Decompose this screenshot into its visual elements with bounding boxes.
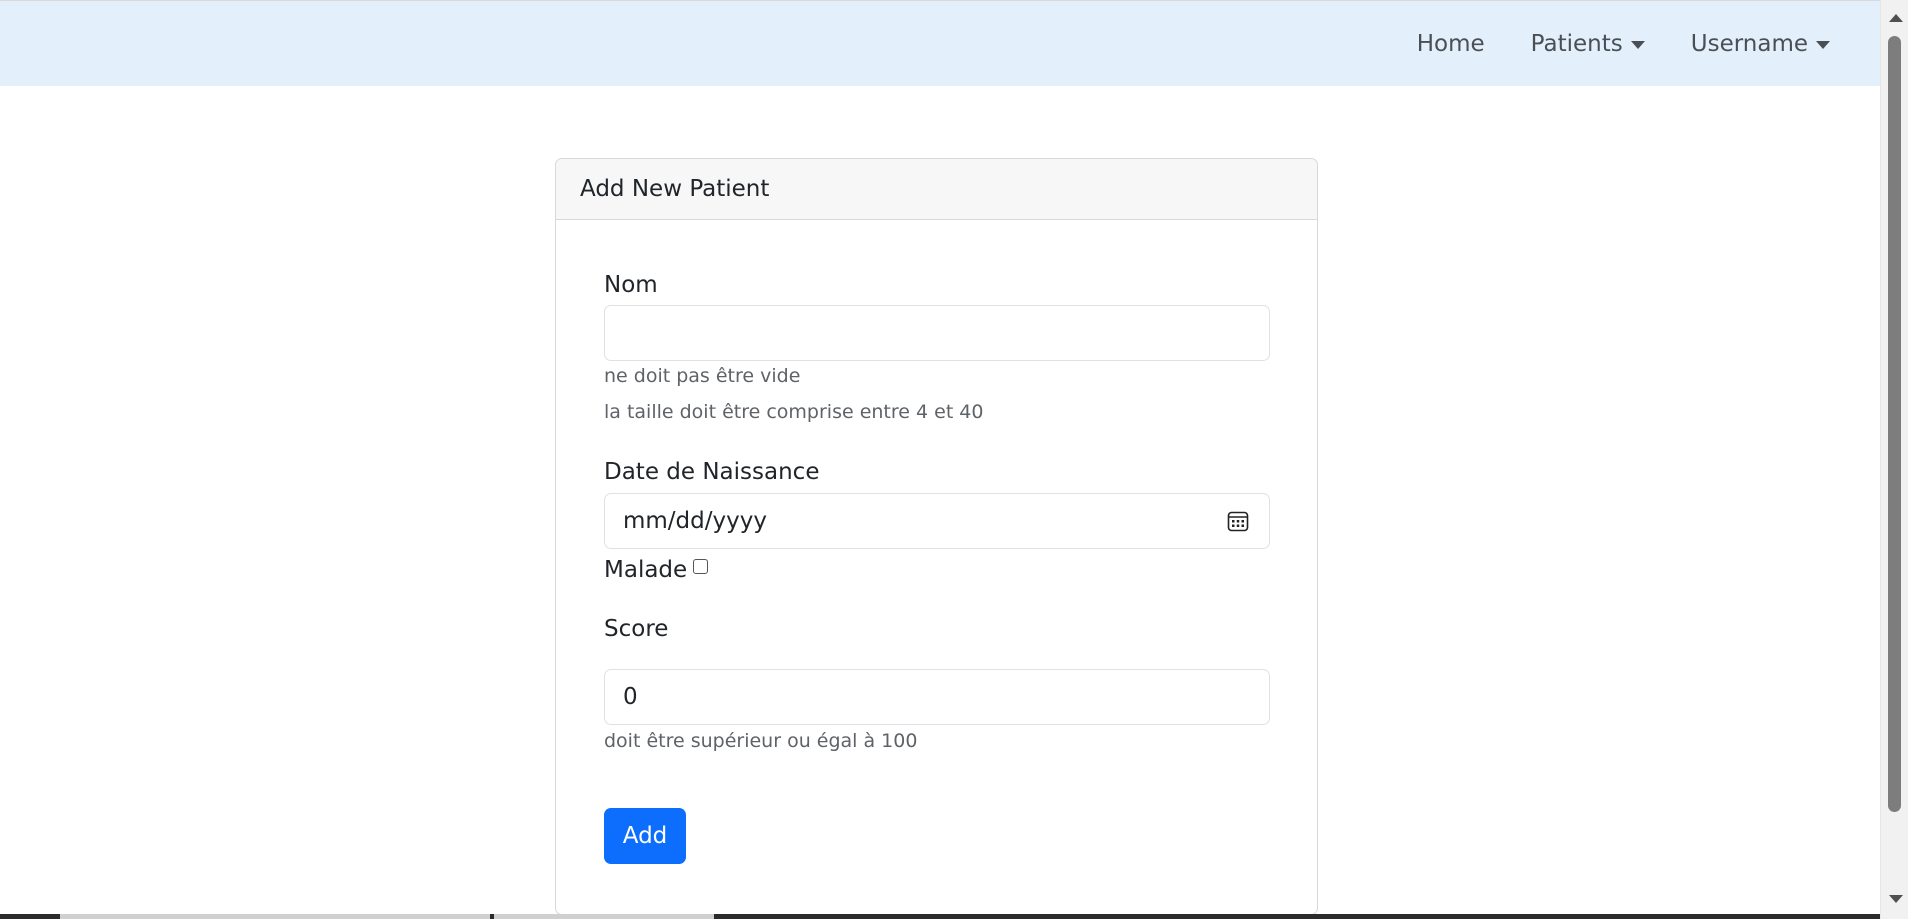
- caret-down-icon: [1630, 41, 1645, 49]
- date-naissance-label: Date de Naissance: [604, 459, 820, 485]
- score-input[interactable]: 0: [604, 669, 1270, 725]
- calendar-icon[interactable]: [1227, 510, 1249, 532]
- nom-error-empty: ne doit pas être vide: [604, 365, 801, 387]
- card-title: Add New Patient: [580, 176, 770, 202]
- date-naissance-input[interactable]: mm/dd/yyyy: [604, 493, 1270, 549]
- malade-checkbox[interactable]: [693, 559, 709, 574]
- score-error: doit être supérieur ou égal à 100: [604, 730, 918, 752]
- scroll-down-arrow-icon[interactable]: [1889, 895, 1903, 903]
- nav-link-home-label: Home: [1416, 31, 1485, 57]
- malade-field: Malade: [604, 557, 709, 583]
- nav-dropdown-patients-label: Patients: [1530, 31, 1623, 57]
- scroll-up-arrow-icon[interactable]: [1889, 14, 1903, 22]
- add-button[interactable]: Add: [604, 808, 686, 864]
- nom-error-size: la taille doit être comprise entre 4 et …: [604, 401, 984, 423]
- malade-label: Malade: [604, 557, 688, 583]
- scrollbar-thumb[interactable]: [1888, 36, 1901, 812]
- nav-link-home[interactable]: Home: [1417, 31, 1485, 57]
- page: Home Patients Username Add New Patient N…: [0, 0, 1908, 919]
- nav-dropdown-username[interactable]: Username: [1691, 31, 1830, 57]
- bottom-strip-segment: [494, 914, 714, 919]
- navbar: Home Patients Username: [0, 0, 1880, 86]
- bottom-strip-segment: [60, 914, 490, 919]
- add-button-label: Add: [622, 823, 668, 849]
- nom-label: Nom: [604, 272, 658, 298]
- nav-items: Home Patients Username: [1417, 1, 1830, 87]
- nom-input[interactable]: [604, 305, 1270, 361]
- bottom-strip: [0, 914, 1880, 919]
- date-naissance-placeholder: mm/dd/yyyy: [623, 508, 767, 534]
- add-patient-card: Add New Patient Nom ne doit pas être vid…: [555, 158, 1318, 915]
- nav-dropdown-username-label: Username: [1690, 31, 1808, 57]
- score-input-value: 0: [623, 684, 638, 710]
- vertical-scrollbar[interactable]: [1880, 0, 1908, 919]
- nav-dropdown-patients[interactable]: Patients: [1531, 31, 1645, 57]
- card-header: Add New Patient: [556, 159, 1317, 220]
- score-label: Score: [604, 616, 669, 642]
- caret-down-icon: [1816, 41, 1830, 49]
